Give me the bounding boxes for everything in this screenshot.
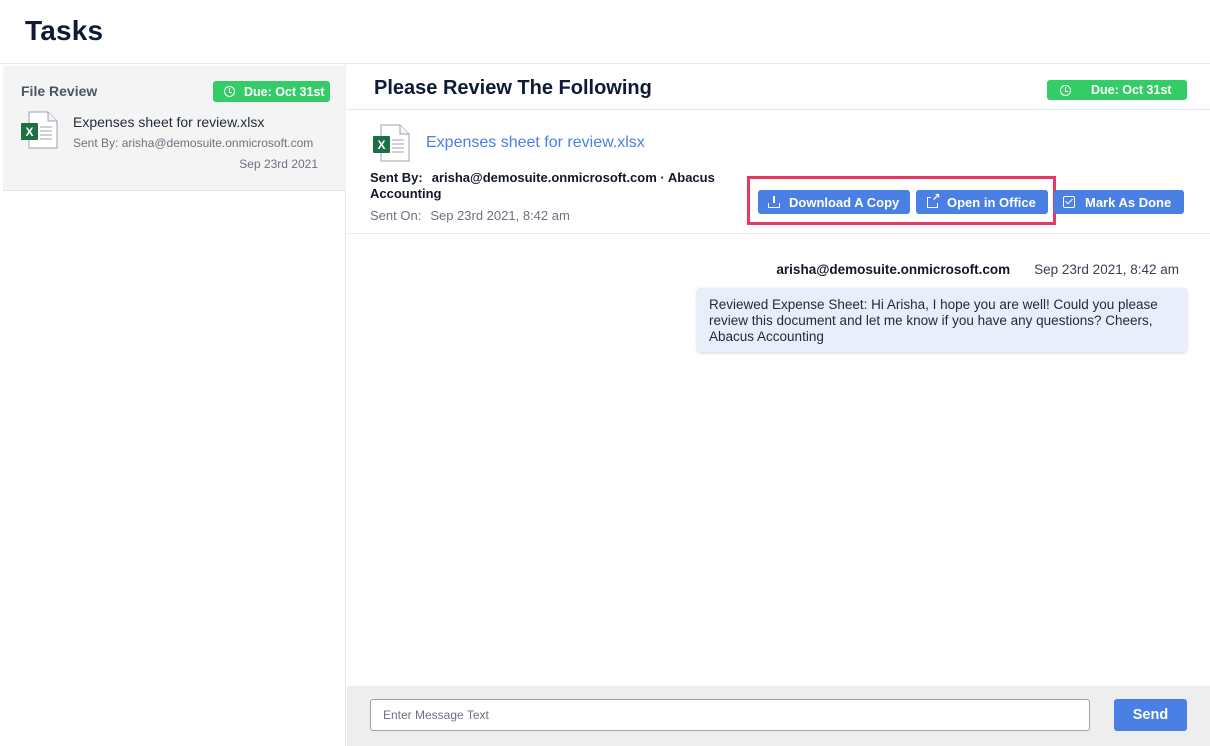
task-sidebar: File Review Due: Oct 31st X Expenses she… <box>0 64 346 746</box>
task-sender: Sent By: arisha@demosuite.onmicrosoft.co… <box>73 136 314 150</box>
page-header: Tasks <box>0 0 1210 64</box>
task-category: File Review <box>21 83 98 99</box>
clock-icon <box>1060 84 1071 96</box>
message-composer: Send <box>347 686 1210 746</box>
due-label: Due: Oct 31st <box>244 84 325 99</box>
sent-by-label: Sent By: <box>370 170 423 185</box>
task-card[interactable]: File Review Due: Oct 31st X Expenses she… <box>3 66 346 191</box>
checkbox-icon <box>1063 196 1075 208</box>
file-link[interactable]: Expenses sheet for review.xlsx <box>426 134 645 152</box>
download-copy-label: Download A Copy <box>789 194 900 210</box>
task-date: Sep 23rd 2021 <box>239 157 318 171</box>
message-bubble: Reviewed Expense Sheet: Hi Arisha, I hop… <box>697 288 1187 352</box>
open-in-office-button[interactable]: Open in Office <box>916 190 1048 214</box>
external-link-icon <box>927 191 941 208</box>
send-button[interactable]: Send <box>1114 699 1187 731</box>
detail-header: Please Review The Following Due: Oct 31s… <box>347 64 1210 110</box>
due-label: Due: Oct 31st <box>1091 83 1172 97</box>
svg-text:X: X <box>25 125 33 139</box>
message-input[interactable] <box>370 699 1090 731</box>
page-title: Tasks <box>25 15 104 46</box>
excel-file-icon: X <box>21 111 58 149</box>
mark-as-done-label: Mark As Done <box>1085 194 1172 210</box>
excel-file-icon: X <box>373 124 410 162</box>
message-meta: arisha@demosuite.onmicrosoft.com Sep 23r… <box>776 262 1179 277</box>
file-section: X Expenses sheet for review.xlsx Sent By… <box>347 111 1210 234</box>
download-copy-button[interactable]: Download A Copy <box>758 190 910 214</box>
sent-on-value: Sep 23rd 2021, 8:42 am <box>430 208 570 223</box>
download-icon <box>768 196 780 208</box>
sent-on-label: Sent On: <box>370 208 422 223</box>
sent-on: Sent On: Sep 23rd 2021, 8:42 am <box>370 208 570 223</box>
message-sender: arisha@demosuite.onmicrosoft.com <box>776 262 1011 277</box>
open-in-office-label: Open in Office <box>947 194 1036 210</box>
detail-title: Please Review The Following <box>374 77 652 99</box>
task-file-name: Expenses sheet for review.xlsx <box>73 114 265 130</box>
due-badge: Due: Oct 31st <box>1047 80 1187 100</box>
sent-by: Sent By: arisha@demosuite.onmicrosoft.com… <box>370 170 730 202</box>
due-badge: Due: Oct 31st <box>213 81 330 102</box>
clock-icon <box>224 86 235 97</box>
message-time: Sep 23rd 2021, 8:42 am <box>1034 262 1179 277</box>
svg-text:X: X <box>377 138 385 152</box>
task-detail: Please Review The Following Due: Oct 31s… <box>347 64 1210 746</box>
mark-as-done-button[interactable]: Mark As Done <box>1054 190 1184 214</box>
